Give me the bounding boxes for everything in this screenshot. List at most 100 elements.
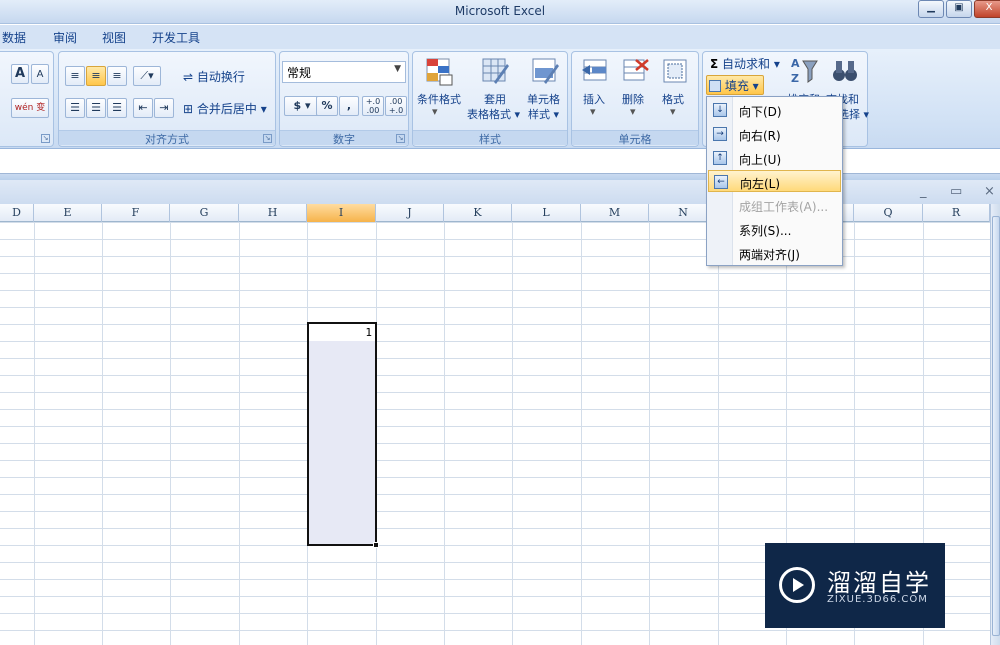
chevron-down-icon: ▾ xyxy=(432,105,438,118)
cells-group-label: 单元格 xyxy=(572,130,698,146)
grid-line xyxy=(170,222,171,645)
alignment-dialog-launcher[interactable]: ↘ xyxy=(263,134,272,143)
alignment-group-label: 对齐方式 xyxy=(59,130,275,146)
workbook-close-button[interactable]: × xyxy=(984,184,995,199)
column-header-l[interactable]: L xyxy=(512,204,581,222)
maximize-icon: ▣ xyxy=(954,2,964,13)
column-header-f[interactable]: F xyxy=(102,204,170,222)
currency-button[interactable]: $ ▾ xyxy=(284,96,320,116)
number-dialog-launcher[interactable]: ↘ xyxy=(396,134,405,143)
column-header-e[interactable]: E xyxy=(34,204,102,222)
watermark-subtitle: ZIXUE.3D66.COM xyxy=(827,594,928,605)
styles-group-label: 样式 xyxy=(413,130,567,146)
chevron-down-icon: ▾ xyxy=(670,105,676,118)
fill-icon xyxy=(709,80,721,92)
vertical-scrollbar[interactable] xyxy=(990,204,1000,645)
fill-across-worksheets-item: 成组工作表(A)... xyxy=(739,200,829,214)
active-cell[interactable]: 1 xyxy=(309,324,375,341)
grid-line xyxy=(34,222,35,645)
font-dialog-launcher[interactable]: ↘ xyxy=(41,134,50,143)
number-format-select[interactable]: 常规 ▼ xyxy=(282,61,406,83)
column-header-h[interactable]: H xyxy=(239,204,307,222)
play-icon xyxy=(779,567,815,603)
autosum-button[interactable]: Σ 自动求和 ▾ xyxy=(710,55,780,72)
cell-styles-label-1: 单元格 xyxy=(527,93,560,106)
fill-button[interactable]: 填充 ▾ xyxy=(706,75,764,95)
align-center-button[interactable]: ☰ xyxy=(86,98,106,118)
tab-view[interactable]: 视图 xyxy=(102,29,126,46)
window-title: Microsoft Excel xyxy=(454,4,546,18)
arrow-down-icon: ↓ xyxy=(713,103,727,117)
grid-line xyxy=(718,222,719,645)
sigma-icon: Σ xyxy=(710,57,719,71)
column-header-d[interactable]: D xyxy=(0,204,34,222)
chevron-down-icon: ▾ xyxy=(590,105,596,118)
arrow-left-icon: ← xyxy=(714,175,728,189)
cell-styles-button[interactable]: 样式 ▾ xyxy=(528,106,559,122)
binoculars-icon xyxy=(833,61,857,81)
conditional-format-icon xyxy=(426,58,453,86)
number-group-label: 数字 xyxy=(280,130,408,146)
maximize-button[interactable]: ▣ xyxy=(946,0,972,18)
merge-center-button[interactable]: ⊞ 合并后居中 ▾ xyxy=(183,100,267,117)
grid-line xyxy=(444,222,445,645)
chevron-down-icon: ▼ xyxy=(394,64,401,74)
grid-line xyxy=(239,222,240,645)
shrink-font-button[interactable]: A xyxy=(31,64,49,84)
phonetic-button[interactable]: wén 变 xyxy=(11,98,49,118)
svg-text:A: A xyxy=(791,57,800,70)
selected-range[interactable]: 1 xyxy=(307,322,377,546)
tab-review[interactable]: 审阅 xyxy=(53,29,77,46)
fill-down-item[interactable]: ↓ 向下(D) xyxy=(708,99,841,121)
align-bottom-button[interactable]: ≡ xyxy=(107,66,127,86)
orientation-button[interactable]: ⟋▾ xyxy=(133,66,161,86)
fill-justify-item[interactable]: 两端对齐(J) xyxy=(708,242,841,264)
tab-data[interactable]: 数据 xyxy=(2,29,26,46)
align-top-button[interactable]: ≡ xyxy=(65,66,85,86)
cell-styles-icon xyxy=(532,58,559,84)
column-header-i[interactable]: I xyxy=(307,204,376,222)
sort-filter-icon: A Z xyxy=(791,57,818,85)
fill-left-item[interactable]: ← 向左(L) xyxy=(708,170,841,192)
table-format-icon xyxy=(482,58,509,84)
column-header-q[interactable]: Q xyxy=(854,204,923,222)
decrease-decimal-button[interactable]: .00 +.0 xyxy=(385,96,407,116)
column-header-k[interactable]: K xyxy=(444,204,512,222)
column-header-r[interactable]: R xyxy=(923,204,990,222)
scrollbar-thumb[interactable] xyxy=(992,216,1000,636)
workbook-restore-button[interactable]: ▭ xyxy=(950,184,962,199)
arrow-right-icon: → xyxy=(713,127,727,141)
table-format-button[interactable]: 表格格式 ▾ xyxy=(467,106,520,122)
fill-series-item[interactable]: 系列(S)... xyxy=(708,218,841,240)
arrow-up-icon: ↑ xyxy=(713,151,727,165)
decrease-indent-button[interactable]: ⇤ xyxy=(133,98,153,118)
close-icon: X xyxy=(985,2,993,13)
formula-bar[interactable] xyxy=(0,150,1000,174)
align-left-button[interactable]: ☰ xyxy=(65,98,85,118)
tab-developer[interactable]: 开发工具 xyxy=(152,29,200,46)
align-middle-button[interactable]: ≡ xyxy=(86,66,106,86)
fill-handle[interactable] xyxy=(373,542,379,548)
column-header-m[interactable]: M xyxy=(581,204,649,222)
watermark-title: 溜溜自学 xyxy=(827,569,931,597)
increase-decimal-button[interactable]: +.0 .00 xyxy=(362,96,384,116)
fill-right-item[interactable]: → 向右(R) xyxy=(708,123,841,145)
wrap-text-icon: ⇌ xyxy=(183,70,197,84)
align-right-button[interactable]: ☰ xyxy=(107,98,127,118)
conditional-format-button[interactable]: 条件格式 xyxy=(417,91,461,107)
minimize-button[interactable]: ▁ xyxy=(918,0,944,18)
close-button[interactable]: X xyxy=(974,0,1000,18)
percent-button[interactable]: % xyxy=(316,96,338,116)
column-header-g[interactable]: G xyxy=(170,204,239,222)
workbook-minimize-button[interactable]: _ xyxy=(920,184,927,199)
svg-text:Z: Z xyxy=(791,72,799,85)
column-header-j[interactable]: J xyxy=(376,204,444,222)
increase-indent-button[interactable]: ⇥ xyxy=(154,98,174,118)
grid-line xyxy=(649,222,650,645)
fill-up-item[interactable]: ↑ 向上(U) xyxy=(708,147,841,169)
wrap-text-button[interactable]: ⇌ 自动换行 xyxy=(183,68,245,85)
ribbon: A A wén 变 ↘ ≡ ≡ ≡ ⟋▾ ⇌ 自动换行 ☰ ☰ ☰ ⇤ ⇥ ⊞ … xyxy=(0,49,1000,149)
workbook-window-bar: _ ▭ × xyxy=(0,180,1000,204)
grow-font-button[interactable]: A xyxy=(11,64,29,84)
comma-button[interactable]: , xyxy=(339,96,359,116)
